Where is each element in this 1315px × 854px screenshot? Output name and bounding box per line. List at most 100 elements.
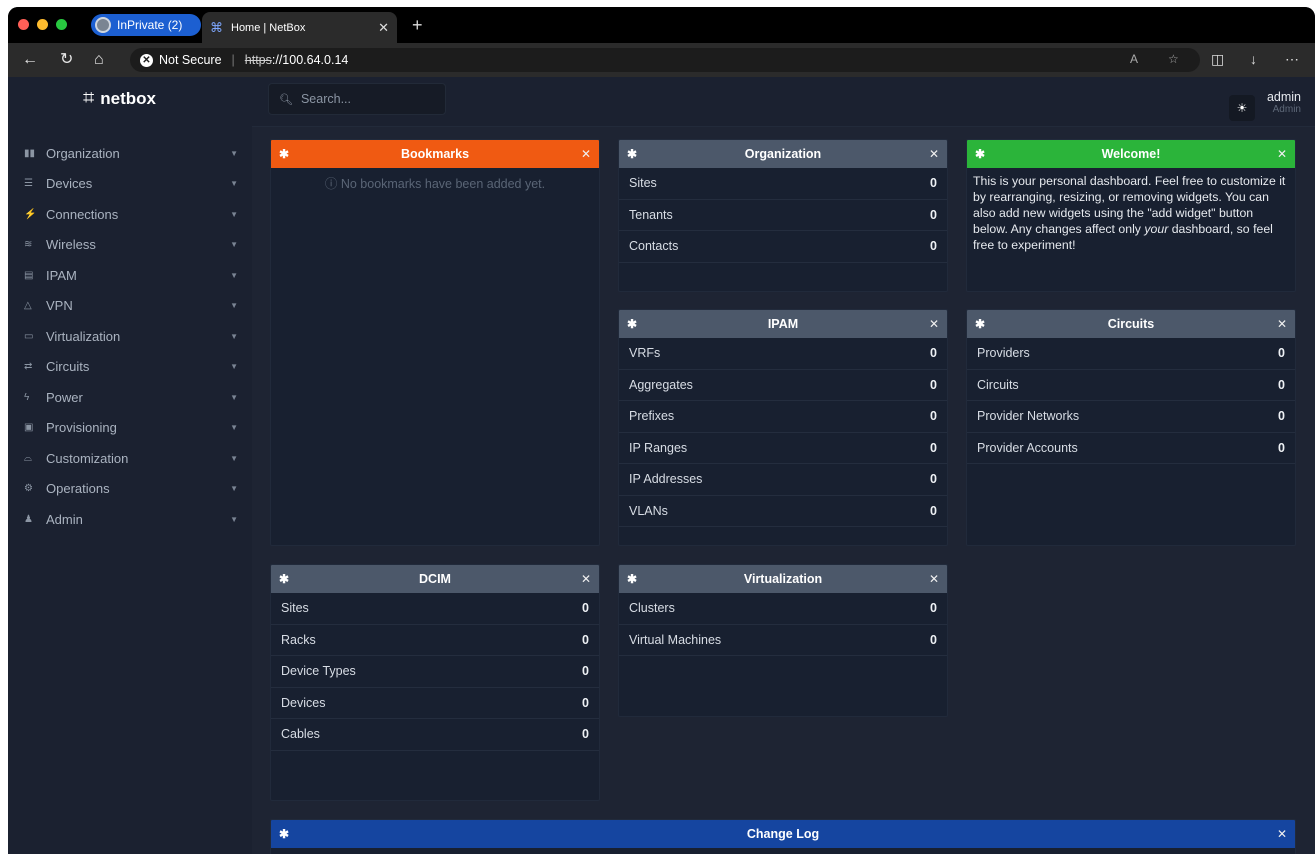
netbox-logo[interactable]: ⌗ netbox [83,87,156,110]
gear-icon[interactable]: ✱ [279,827,293,841]
sidebar-item-organization[interactable]: ▮▮ Organization ▼ [8,138,252,169]
list-item[interactable]: Circuits 0 [967,370,1295,401]
welcome-message: This is your personal dashboard. Feel fr… [967,168,1295,258]
download-icon[interactable]: ↓ [1250,51,1257,67]
browser-tab-home[interactable]: ⌘ Home | NetBox ✕ [202,12,397,43]
sidebar-menu: ▮▮ Organization ▼ ☰ Devices ▼ ⚡ Connections ▼ … [8,138,252,535]
widget-header[interactable]: ✱ Change Log ✕ [271,820,1295,848]
sidebar-item-label: Virtualization [46,328,121,344]
list-item[interactable]: Clusters 0 [619,593,947,625]
reload-icon[interactable]: ↻ [60,51,73,69]
item-count: 0 [1278,377,1285,392]
sidebar-item-virtualization[interactable]: ▭ Virtualization ▼ [8,321,252,352]
tab-close-icon[interactable]: ✕ [378,20,389,36]
list-item[interactable]: Devices 0 [271,688,599,719]
gear-icon[interactable]: ✱ [279,572,293,586]
inprivate-profile-button[interactable]: InPrivate (2) [91,14,201,36]
widget-header[interactable]: ✱ Organization ✕ [619,140,947,168]
sidebar-item-label: Circuits [46,359,90,375]
minimize-window-button[interactable] [37,19,48,30]
netbox-logo-icon: ⌗ [83,87,95,109]
list-item[interactable]: Providers 0 [967,338,1295,370]
close-icon[interactable]: ✕ [581,572,591,586]
list-item[interactable]: VLANs 0 [619,496,947,527]
item-count: 0 [930,377,937,392]
sidebar-item-provisioning[interactable]: ▣ Provisioning ▼ [8,413,252,444]
list-item[interactable]: IP Ranges 0 [619,433,947,464]
sidebar-item-operations[interactable]: ⚙ Operations ▼ [8,474,252,505]
brand-name: netbox [100,88,156,108]
chevron-down-icon: ▼ [230,270,238,280]
close-icon[interactable]: ✕ [929,572,939,586]
close-icon[interactable]: ✕ [581,147,591,161]
list-item[interactable]: Device Types 0 [271,656,599,688]
home-icon[interactable]: ⌂ [94,51,104,69]
gear-icon[interactable]: ✱ [627,572,641,586]
gear-icon[interactable]: ✱ [279,147,293,161]
list-item[interactable]: Aggregates 0 [619,370,947,401]
list-item[interactable]: Virtual Machines 0 [619,625,947,656]
list-item[interactable]: Provider Networks 0 [967,401,1295,433]
widget-header[interactable]: ✱ IPAM ✕ [619,310,947,338]
back-arrow-icon[interactable]: ← [22,51,38,69]
search-input[interactable] [300,92,441,106]
palette-icon: ⌓ [24,452,32,464]
item-label: Provider Networks [977,409,1080,424]
read-aloud-icon[interactable]: A [1130,52,1138,66]
item-label: Circuits [977,377,1019,392]
sidebar-item-wireless[interactable]: ≋ Wireless ▼ [8,230,252,261]
widget-header[interactable]: ✱ Welcome! ✕ [967,140,1295,168]
gear-icon[interactable]: ✱ [627,147,641,161]
address-bar[interactable]: ✕ Not Secure | https://100.64.0.14 A ☆ [130,48,1200,72]
list-item[interactable]: Cables 0 [271,719,599,751]
gear-icon[interactable]: ✱ [975,147,989,161]
widget-ipam: ✱ IPAM ✕ VRFs 0 Aggregates 0 Prefixes 0 IP … [618,309,948,546]
sidebar-item-admin[interactable]: ♟ Admin ▼ [8,504,252,535]
item-count: 0 [582,727,589,742]
sidebar-item-ipam[interactable]: ▤ IPAM ▼ [8,260,252,291]
list-item[interactable]: Provider Accounts 0 [967,433,1295,464]
theme-toggle-button[interactable]: ☀ [1229,95,1255,121]
sidebar-item-power[interactable]: ϟ Power ▼ [8,382,252,413]
widget-organization: ✱ Organization ✕ Sites 0 Tenants 0 Contact… [618,139,948,292]
new-tab-icon[interactable]: + [412,15,423,36]
item-count: 0 [1278,440,1285,455]
widget-header[interactable]: ✱ DCIM ✕ [271,565,599,593]
widget-header[interactable]: ✱ Bookmarks ✕ [271,140,599,168]
sidebar-item-circuits[interactable]: ⇄ Circuits ▼ [8,352,252,383]
list-item[interactable]: VRFs 0 [619,338,947,370]
more-menu-icon[interactable]: ⋯ [1285,51,1299,68]
close-icon[interactable]: ✕ [1277,827,1287,841]
vpn-icon: △ [24,300,32,312]
sidebar-item-customization[interactable]: ⌓ Customization ▼ [8,443,252,474]
list-item[interactable]: Sites 0 [271,593,599,625]
sidebar-item-label: Provisioning [46,420,117,436]
item-count: 0 [930,503,937,518]
sidebar-item-devices[interactable]: ☰ Devices ▼ [8,169,252,200]
list-item[interactable]: Sites 0 [619,168,947,200]
widget-header[interactable]: ✱ Circuits ✕ [967,310,1295,338]
close-icon[interactable]: ✕ [1277,317,1287,331]
widget-title: Change Log [746,827,820,841]
list-item[interactable]: Prefixes 0 [619,401,947,433]
close-icon[interactable]: ✕ [929,317,939,331]
close-window-button[interactable] [18,19,29,30]
user-menu[interactable]: admin Admin [1267,90,1301,115]
widget-header[interactable]: ✱ Virtualization ✕ [619,565,947,593]
gear-icon[interactable]: ✱ [627,317,641,331]
split-screen-icon[interactable]: ◫ [1211,51,1224,68]
url-host: ://100.64.0.14 [271,53,349,67]
item-count: 0 [930,207,937,222]
favorite-star-icon[interactable]: ☆ [1168,52,1179,66]
close-icon[interactable]: ✕ [929,147,939,161]
close-icon[interactable]: ✕ [1277,147,1287,161]
empty-bookmarks-message: ⓘ No bookmarks have been added yet. [324,177,546,191]
list-item[interactable]: Racks 0 [271,625,599,656]
maximize-window-button[interactable] [56,19,67,30]
gear-icon[interactable]: ✱ [975,317,989,331]
list-item[interactable]: IP Addresses 0 [619,464,947,496]
sidebar-item-vpn[interactable]: △ VPN ▼ [8,291,252,322]
list-item[interactable]: Contacts 0 [619,231,947,263]
sidebar-item-connections[interactable]: ⚡ Connections ▼ [8,199,252,230]
list-item[interactable]: Tenants 0 [619,200,947,231]
